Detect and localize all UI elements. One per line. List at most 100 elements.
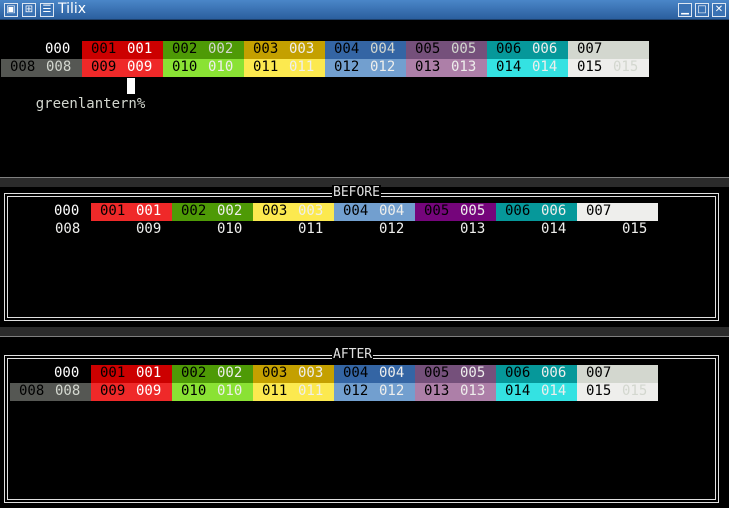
color-cell: 012 012 [325, 59, 406, 77]
color-code: 013 [451, 59, 477, 75]
color-code: 008 [55, 383, 81, 399]
color-code: 005 [451, 41, 477, 57]
color-code: 003 [298, 203, 324, 219]
color-code: 014 [496, 59, 522, 75]
title-bar[interactable]: ▣ ⊞ ☰ Tilix ▁ □ ✕ [0, 0, 729, 20]
menu-icon[interactable]: ☰ [40, 3, 54, 17]
color-cell: 009 009 [82, 59, 163, 77]
color-code: 012 [379, 221, 405, 237]
color-code: 006 [541, 365, 567, 381]
color-cell: 008 008 [1, 59, 82, 77]
color-code: 014 [505, 383, 531, 399]
color-code: 015 [577, 59, 603, 75]
color-code: 008 [46, 59, 72, 75]
color-cell: 013 013 [415, 383, 496, 401]
color-code: 004 [379, 365, 405, 381]
color-cell: 015 015 [577, 383, 658, 401]
color-cell: 011 [253, 221, 334, 239]
color-cell: 015 [577, 221, 658, 239]
after-pane[interactable]: AFTER 000 001 001 002 002 003 003 004 004 005 005 0… [0, 337, 729, 508]
color-code: 001 [127, 41, 153, 57]
color-code: 011 [298, 221, 324, 237]
minimize-button[interactable]: ▁ [678, 3, 692, 17]
color-code: 008 [55, 221, 81, 237]
color-code: 011 [253, 59, 279, 75]
color-cell: 002 002 [163, 41, 244, 59]
color-code: 005 [415, 41, 441, 57]
color-cell: 006 006 [496, 203, 577, 221]
color-code: 012 [370, 59, 396, 75]
color-cell: 004 004 [334, 365, 415, 383]
color-cell: 001 001 [91, 365, 172, 383]
color-code: 005 [460, 203, 486, 219]
color-code: 008 [19, 383, 45, 399]
color-cell: 000 [1, 41, 82, 59]
color-code: 002 [208, 41, 234, 57]
color-code: 010 [217, 221, 243, 237]
window-title: Tilix [58, 1, 87, 17]
color-code: 009 [100, 383, 126, 399]
color-cell: 006 006 [496, 365, 577, 383]
color-cell: 004 004 [334, 203, 415, 221]
close-button[interactable]: ✕ [712, 3, 726, 17]
color-code: 003 [262, 203, 288, 219]
color-code: 004 [343, 365, 369, 381]
color-code: 010 [172, 59, 198, 75]
color-cell: 014 014 [496, 383, 577, 401]
color-code: 003 [262, 365, 288, 381]
color-code: 015 [622, 221, 648, 237]
color-code: 002 [181, 365, 207, 381]
color-code: 009 [136, 221, 162, 237]
color-code: 013 [460, 383, 486, 399]
color-code: 010 [208, 59, 234, 75]
color-cell: 008 [10, 221, 91, 239]
color-code: 012 [343, 383, 369, 399]
color-code: 001 [136, 365, 162, 381]
color-cell: 007 [568, 41, 649, 59]
color-code: 000 [45, 41, 71, 57]
color-code: 005 [460, 365, 486, 381]
color-cell: 013 013 [406, 59, 487, 77]
color-code: 006 [532, 41, 558, 57]
color-cell: 009 009 [91, 383, 172, 401]
color-code: 009 [136, 383, 162, 399]
color-cell: 014 014 [487, 59, 568, 77]
session-grid-icon[interactable]: ⊞ [22, 3, 36, 17]
color-code: 006 [541, 203, 567, 219]
color-cell: 009 [91, 221, 172, 239]
terminal-menu-icon[interactable]: ▣ [4, 3, 18, 17]
color-code: 012 [334, 59, 360, 75]
color-code: 001 [100, 365, 126, 381]
terminal-pane-top[interactable]: greenlantern% hl -t | head -n 2 00000100… [0, 21, 729, 177]
pane-splitter[interactable] [0, 327, 729, 337]
color-cell: 012 [334, 221, 415, 239]
color-code: 003 [289, 41, 315, 57]
color-code: 006 [505, 365, 531, 381]
color-cell: 006 006 [487, 41, 568, 59]
after-title: AFTER [332, 347, 374, 363]
color-code: 002 [181, 203, 207, 219]
color-cell: 005 005 [415, 203, 496, 221]
color-code: 014 [532, 59, 558, 75]
color-code: 004 [334, 41, 360, 57]
color-code: 011 [289, 59, 315, 75]
color-cell: 011 011 [253, 383, 334, 401]
color-code: 005 [424, 365, 450, 381]
prompt: greenlantern% [35, 96, 146, 112]
color-code: 013 [424, 383, 450, 399]
color-code: 007 [577, 41, 603, 57]
color-cell: 013 [415, 221, 496, 239]
color-code: 002 [217, 365, 243, 381]
color-cell: 008 008 [10, 383, 91, 401]
color-code: 009 [91, 59, 117, 75]
color-cell: 001 001 [82, 41, 163, 59]
color-code: 015 [586, 383, 612, 399]
color-code: 008 [10, 59, 36, 75]
maximize-button[interactable]: □ [695, 3, 709, 17]
color-code: 011 [298, 383, 324, 399]
color-code: 007 [586, 203, 612, 219]
color-cell: 007 [577, 365, 658, 383]
color-code: 013 [415, 59, 441, 75]
before-pane[interactable]: BEFORE 000 001 001 002 002 003 003 004 004 005 005… [0, 185, 729, 327]
color-code: 006 [505, 203, 531, 219]
